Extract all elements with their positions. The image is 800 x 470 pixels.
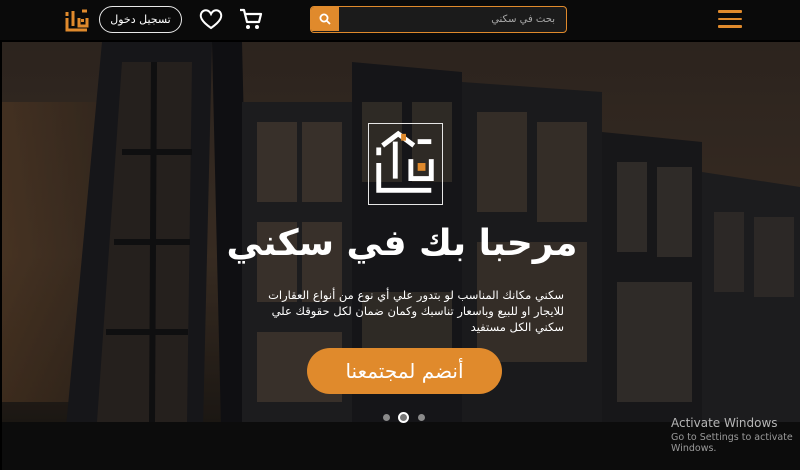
search-button[interactable] [311,7,339,31]
join-community-button[interactable]: أنضم لمجتمعنا [307,348,502,394]
search-input[interactable] [341,7,563,31]
hero-title: مرحبا بك في سكني [226,223,578,264]
watermark-line-1: Activate Windows [671,416,778,430]
heart-icon[interactable] [198,7,224,31]
top-navbar: تسجيل دخول [0,0,800,40]
watermark-line-2: Go to Settings to activate Windows. [671,432,793,454]
sakani-logo-icon[interactable] [64,6,90,32]
hamburger-menu-icon[interactable] [718,10,744,30]
sakani-logo-large-icon [368,123,443,205]
search-icon [319,13,331,25]
login-button[interactable]: تسجيل دخول [99,6,182,33]
hero-banner: مرحبا بك في سكني سكني مكانك المناسب لو ب… [2,42,800,470]
carousel-dot-3[interactable] [418,414,425,421]
carousel-dot-2-active[interactable] [398,412,409,423]
search-bar [310,6,567,33]
windows-activation-watermark: Activate Windows Go to Settings to activ… [671,416,800,454]
cart-icon[interactable] [238,7,264,31]
hero-description: سكني مكانك المناسب لو بتدور علي أي نوع م… [268,288,564,334]
carousel-dot-1[interactable] [383,414,390,421]
